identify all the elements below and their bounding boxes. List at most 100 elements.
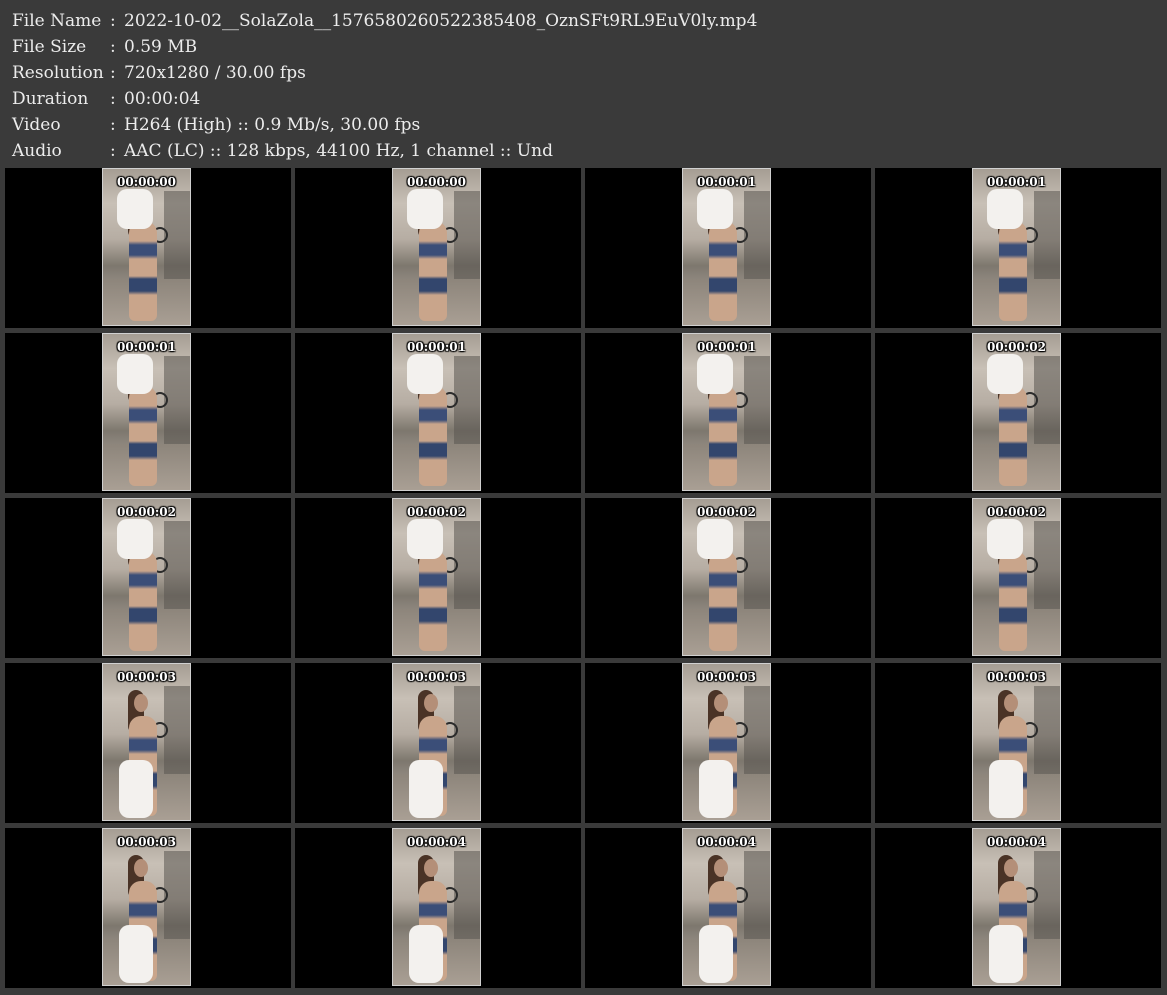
- info-label: File Size: [12, 37, 87, 57]
- video-frame-thumbnail: 00:00:02: [972, 498, 1061, 656]
- white-shirt: [117, 189, 153, 229]
- video-frame-thumbnail: 00:00:03: [102, 663, 191, 821]
- figure-body: [419, 221, 447, 321]
- thumbnail-cell: 00:00:02: [295, 498, 581, 658]
- video-frame-thumbnail: 00:00:01: [682, 168, 771, 326]
- video-frame-thumbnail: 00:00:03: [392, 663, 481, 821]
- info-row: File Name:2022-10-02__SolaZola__15765802…: [12, 8, 757, 34]
- figure-body: [129, 221, 157, 321]
- white-shirt: [117, 519, 153, 559]
- thumbnail-cell: 00:00:01: [875, 168, 1161, 328]
- video-frame-thumbnail: 00:00:02: [682, 498, 771, 656]
- info-value: 2022-10-02__SolaZola__157658026052238540…: [124, 11, 758, 31]
- figure-head: [1004, 694, 1018, 712]
- video-frame-thumbnail: 00:00:01: [392, 333, 481, 491]
- frame-timestamp: 00:00:01: [697, 340, 756, 354]
- figure-head: [714, 859, 728, 877]
- white-shirt: [699, 925, 733, 983]
- figure-head: [134, 859, 148, 877]
- info-separator: :: [110, 141, 116, 161]
- frame-timestamp: 00:00:03: [987, 670, 1046, 684]
- figure-body: [709, 221, 737, 321]
- thumbnail-cell: 00:00:00: [5, 168, 291, 328]
- info-separator: :: [110, 115, 116, 135]
- thumbnail-cell: 00:00:02: [875, 498, 1161, 658]
- thumbnail-cell: 00:00:00: [295, 168, 581, 328]
- info-separator: :: [110, 11, 116, 31]
- figure-head: [134, 694, 148, 712]
- frame-timestamp: 00:00:04: [987, 835, 1046, 849]
- video-frame-thumbnail: 00:00:03: [972, 663, 1061, 821]
- video-frame-thumbnail: 00:00:01: [972, 168, 1061, 326]
- video-frame-thumbnail: 00:00:03: [102, 828, 191, 986]
- figure-body: [999, 386, 1027, 486]
- figure-body: [419, 551, 447, 651]
- thumbnail-cell: 00:00:03: [585, 663, 871, 823]
- video-frame-thumbnail: 00:00:01: [682, 333, 771, 491]
- white-shirt: [697, 189, 733, 229]
- thumbnail-cell: 00:00:01: [585, 333, 871, 493]
- info-value: 720x1280 / 30.00 fps: [124, 63, 306, 83]
- info-value: AAC (LC) :: 128 kbps, 44100 Hz, 1 channe…: [124, 141, 553, 161]
- info-label: Video: [12, 115, 61, 135]
- thumbnail-cell: 00:00:01: [295, 333, 581, 493]
- video-frame-thumbnail: 00:00:04: [972, 828, 1061, 986]
- frame-timestamp: 00:00:00: [407, 175, 466, 189]
- thumbnail-cell: 00:00:03: [5, 828, 291, 988]
- white-shirt: [987, 354, 1023, 394]
- figure-body: [999, 551, 1027, 651]
- white-shirt: [119, 925, 153, 983]
- video-frame-thumbnail: 00:00:02: [392, 498, 481, 656]
- video-frame-thumbnail: 00:00:00: [102, 168, 191, 326]
- frame-timestamp: 00:00:02: [407, 505, 466, 519]
- frame-timestamp: 00:00:01: [407, 340, 466, 354]
- info-label: Resolution: [12, 63, 104, 83]
- frame-timestamp: 00:00:03: [117, 670, 176, 684]
- video-frame-thumbnail: 00:00:04: [682, 828, 771, 986]
- info-label: Duration: [12, 89, 89, 109]
- thumbnail-cell: 00:00:03: [875, 663, 1161, 823]
- white-shirt: [697, 354, 733, 394]
- video-frame-thumbnail: 00:00:02: [972, 333, 1061, 491]
- thumbnail-cell: 00:00:01: [5, 333, 291, 493]
- info-row: Video: H264 (High) :: 0.9 Mb/s, 30.00 fps: [12, 112, 757, 138]
- video-frame-thumbnail: 00:00:01: [102, 333, 191, 491]
- info-row: Audio: AAC (LC) :: 128 kbps, 44100 Hz, 1 …: [12, 138, 757, 164]
- figure-body: [129, 551, 157, 651]
- figure-head: [714, 694, 728, 712]
- white-shirt: [119, 760, 153, 818]
- white-shirt: [407, 519, 443, 559]
- figure-body: [709, 551, 737, 651]
- white-shirt: [407, 354, 443, 394]
- figure-body: [129, 386, 157, 486]
- thumbnail-cell: 00:00:03: [295, 663, 581, 823]
- white-shirt: [699, 760, 733, 818]
- frame-timestamp: 00:00:01: [987, 175, 1046, 189]
- info-separator: :: [110, 37, 116, 57]
- thumbnail-cell: 00:00:02: [585, 498, 871, 658]
- figure-body: [709, 386, 737, 486]
- frame-timestamp: 00:00:00: [117, 175, 176, 189]
- video-frame-thumbnail: 00:00:02: [102, 498, 191, 656]
- info-value: 00:00:04: [124, 89, 201, 109]
- thumbnail-cell: 00:00:04: [585, 828, 871, 988]
- white-shirt: [987, 189, 1023, 229]
- video-frame-thumbnail: 00:00:00: [392, 168, 481, 326]
- frame-timestamp: 00:00:02: [697, 505, 756, 519]
- info-value: 0.59 MB: [124, 37, 198, 57]
- video-frame-thumbnail: 00:00:03: [682, 663, 771, 821]
- thumbnail-cell: 00:00:04: [295, 828, 581, 988]
- figure-head: [424, 694, 438, 712]
- thumbnail-grid: 00:00:00 00:00:00 00:00:01 00:00:01 00:00:01…: [5, 168, 1163, 992]
- frame-timestamp: 00:00:03: [697, 670, 756, 684]
- frame-timestamp: 00:00:04: [407, 835, 466, 849]
- white-shirt: [409, 760, 443, 818]
- info-value: H264 (High) :: 0.9 Mb/s, 30.00 fps: [124, 115, 421, 135]
- figure-body: [419, 386, 447, 486]
- frame-timestamp: 00:00:04: [697, 835, 756, 849]
- info-label: File Name: [12, 11, 102, 31]
- frame-timestamp: 00:00:02: [117, 505, 176, 519]
- frame-timestamp: 00:00:01: [117, 340, 176, 354]
- frame-timestamp: 00:00:02: [987, 340, 1046, 354]
- info-row: File Size:0.59 MB: [12, 34, 757, 60]
